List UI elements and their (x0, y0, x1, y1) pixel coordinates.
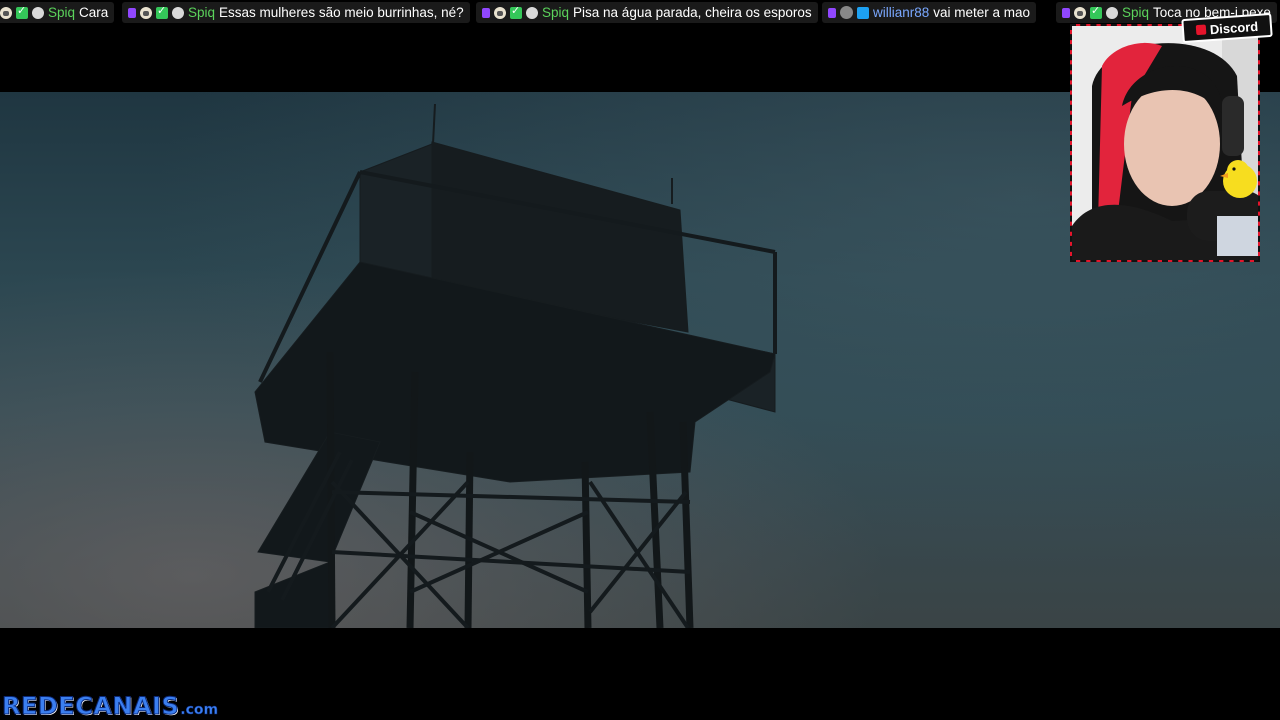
discord-icon (1195, 24, 1207, 36)
sub-badge-icon (1062, 7, 1070, 18)
cat-badge-icon (172, 6, 184, 19)
crown-badge-icon (857, 6, 869, 19)
watermark-logo-text: REDECANAIS (1, 692, 180, 720)
chat-ticker: Spiq Cara Spiq Essas mulheres são meio b… (0, 0, 1280, 26)
chat-message: Spiq Essas mulheres são meio burrinhas, … (122, 2, 470, 23)
cat-badge-icon (32, 6, 44, 19)
dog-badge-icon (1074, 6, 1086, 19)
chat-text: vai meter a mao (933, 5, 1031, 20)
chat-username[interactable]: willianr88 (873, 5, 929, 20)
check-badge-icon (156, 4, 168, 19)
chat-text: Pisa na água parada, cheira os esporos (573, 5, 812, 20)
dog-badge-icon (0, 6, 12, 19)
sub-badge-icon (828, 7, 836, 18)
check-badge-icon (16, 4, 28, 19)
chat-message: Spiq Cara (0, 2, 115, 23)
cat-badge-icon (526, 6, 538, 19)
chat-message: Spiq Pisa na água parada, cheira os espo… (476, 2, 818, 23)
dog-badge-icon (140, 6, 152, 19)
check-badge-icon (1090, 4, 1102, 19)
webcam-border (1070, 24, 1260, 262)
check-badge-icon (510, 4, 522, 19)
chat-text: Essas mulheres são meio burrinhas, né? (219, 5, 464, 20)
dog-badge-icon (494, 6, 506, 19)
avatar-badge-icon (840, 6, 853, 19)
sub-badge-icon (482, 7, 490, 18)
chat-username[interactable]: Spiq (48, 5, 75, 20)
chat-username[interactable]: Spiq (188, 5, 215, 20)
chat-message: willianr88 vai meter a mao (822, 2, 1037, 23)
discord-label: Discord (1209, 18, 1259, 37)
watermark-suffix: .com (180, 702, 219, 719)
chat-text: Cara (79, 5, 109, 20)
chat-username[interactable]: Spiq (542, 5, 569, 20)
cat-badge-icon (1106, 6, 1118, 19)
watermark: REDECANAIS .com (1, 688, 219, 720)
chat-username[interactable]: Spiq (1122, 5, 1149, 20)
sub-badge-icon (128, 7, 136, 18)
